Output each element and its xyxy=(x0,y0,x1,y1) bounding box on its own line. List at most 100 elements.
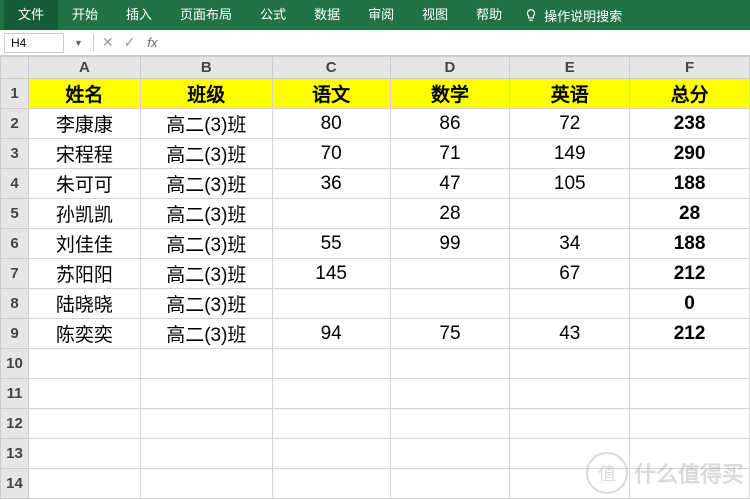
cell[interactable] xyxy=(510,439,630,469)
cell[interactable]: 75 xyxy=(390,319,510,349)
cell[interactable]: 212 xyxy=(630,319,750,349)
cell-D1[interactable]: 数学 xyxy=(390,79,510,109)
row-header[interactable]: 3 xyxy=(1,139,29,169)
cell[interactable]: 80 xyxy=(272,109,390,139)
tab-home[interactable]: 开始 xyxy=(58,0,112,30)
cell[interactable]: 0 xyxy=(630,289,750,319)
cell[interactable]: 苏阳阳 xyxy=(29,259,141,289)
cell[interactable] xyxy=(390,349,510,379)
cell[interactable]: 238 xyxy=(630,109,750,139)
col-header-C[interactable]: C xyxy=(272,57,390,79)
tell-me-search[interactable]: 操作说明搜索 xyxy=(516,6,630,25)
cell[interactable] xyxy=(29,349,141,379)
cell-F1[interactable]: 总分 xyxy=(630,79,750,109)
cell[interactable] xyxy=(390,439,510,469)
cell[interactable]: 高二(3)班 xyxy=(140,169,272,199)
namebox-dropdown-icon[interactable]: ▼ xyxy=(68,38,89,48)
cell[interactable]: 朱可可 xyxy=(29,169,141,199)
row-header[interactable]: 14 xyxy=(1,469,29,499)
col-header-B[interactable]: B xyxy=(140,57,272,79)
cell[interactable] xyxy=(390,409,510,439)
cell[interactable]: 高二(3)班 xyxy=(140,229,272,259)
cell[interactable]: 99 xyxy=(390,229,510,259)
tab-insert[interactable]: 插入 xyxy=(112,0,166,30)
cell[interactable] xyxy=(630,439,750,469)
row-header[interactable]: 2 xyxy=(1,109,29,139)
name-box[interactable] xyxy=(4,33,64,53)
cell[interactable]: 188 xyxy=(630,169,750,199)
cell[interactable]: 70 xyxy=(272,139,390,169)
cell[interactable] xyxy=(630,469,750,499)
cell[interactable] xyxy=(272,409,390,439)
select-all-corner[interactable] xyxy=(1,57,29,79)
spreadsheet-grid[interactable]: A B C D E F 1 姓名 班级 语文 数学 英语 总分 2李康康高二(3… xyxy=(0,56,750,499)
cell[interactable] xyxy=(390,259,510,289)
cell[interactable]: 67 xyxy=(510,259,630,289)
cell[interactable]: 71 xyxy=(390,139,510,169)
cell[interactable]: 高二(3)班 xyxy=(140,319,272,349)
cell[interactable] xyxy=(390,289,510,319)
tab-review[interactable]: 审阅 xyxy=(354,0,408,30)
cell[interactable]: 宋程程 xyxy=(29,139,141,169)
cell-A1[interactable]: 姓名 xyxy=(29,79,141,109)
tab-view[interactable]: 视图 xyxy=(408,0,462,30)
cell[interactable]: 43 xyxy=(510,319,630,349)
cell[interactable]: 孙凯凯 xyxy=(29,199,141,229)
cell[interactable]: 高二(3)班 xyxy=(140,199,272,229)
row-header[interactable]: 5 xyxy=(1,199,29,229)
cell[interactable]: 28 xyxy=(390,199,510,229)
row-header[interactable]: 8 xyxy=(1,289,29,319)
row-header[interactable]: 11 xyxy=(1,379,29,409)
row-header[interactable]: 4 xyxy=(1,169,29,199)
cell[interactable] xyxy=(29,379,141,409)
col-header-E[interactable]: E xyxy=(510,57,630,79)
row-header[interactable]: 13 xyxy=(1,439,29,469)
cell[interactable] xyxy=(510,349,630,379)
cell[interactable]: 55 xyxy=(272,229,390,259)
cell[interactable]: 212 xyxy=(630,259,750,289)
row-header[interactable]: 1 xyxy=(1,79,29,109)
tab-file[interactable]: 文件 xyxy=(4,0,58,30)
row-header[interactable]: 6 xyxy=(1,229,29,259)
cell[interactable]: 47 xyxy=(390,169,510,199)
tab-page-layout[interactable]: 页面布局 xyxy=(166,0,246,30)
cell[interactable] xyxy=(272,379,390,409)
cell[interactable] xyxy=(29,469,141,499)
cell[interactable]: 李康康 xyxy=(29,109,141,139)
cell[interactable]: 145 xyxy=(272,259,390,289)
cell[interactable] xyxy=(29,439,141,469)
cell[interactable] xyxy=(510,289,630,319)
cell[interactable]: 149 xyxy=(510,139,630,169)
tab-help[interactable]: 帮助 xyxy=(462,0,516,30)
cell[interactable] xyxy=(630,379,750,409)
cell[interactable]: 290 xyxy=(630,139,750,169)
cell-B1[interactable]: 班级 xyxy=(140,79,272,109)
cell[interactable]: 高二(3)班 xyxy=(140,109,272,139)
cell[interactable] xyxy=(272,199,390,229)
cell[interactable]: 刘佳佳 xyxy=(29,229,141,259)
cell[interactable]: 高二(3)班 xyxy=(140,289,272,319)
cell[interactable] xyxy=(140,379,272,409)
cell-C1[interactable]: 语文 xyxy=(272,79,390,109)
col-header-A[interactable]: A xyxy=(29,57,141,79)
cell[interactable] xyxy=(272,289,390,319)
cell[interactable] xyxy=(29,409,141,439)
cell[interactable]: 86 xyxy=(390,109,510,139)
cell[interactable] xyxy=(140,349,272,379)
cell[interactable]: 高二(3)班 xyxy=(140,139,272,169)
row-header[interactable]: 12 xyxy=(1,409,29,439)
cell[interactable]: 188 xyxy=(630,229,750,259)
cell[interactable]: 34 xyxy=(510,229,630,259)
cell[interactable] xyxy=(630,409,750,439)
tab-data[interactable]: 数据 xyxy=(300,0,354,30)
cell[interactable] xyxy=(272,469,390,499)
cell[interactable] xyxy=(510,199,630,229)
cell[interactable]: 94 xyxy=(272,319,390,349)
cell[interactable]: 陆晓晓 xyxy=(29,289,141,319)
cell[interactable]: 陈奕奕 xyxy=(29,319,141,349)
cell-E1[interactable]: 英语 xyxy=(510,79,630,109)
cell[interactable]: 105 xyxy=(510,169,630,199)
cell[interactable]: 28 xyxy=(630,199,750,229)
tab-formulas[interactable]: 公式 xyxy=(246,0,300,30)
cell[interactable] xyxy=(390,469,510,499)
